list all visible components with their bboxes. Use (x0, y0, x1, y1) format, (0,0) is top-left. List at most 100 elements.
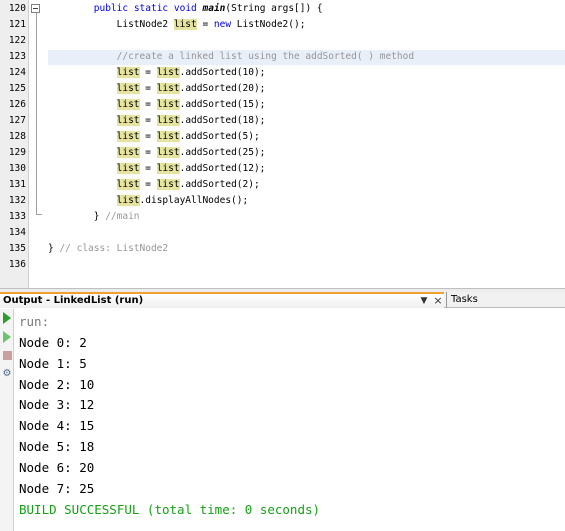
line-number: 129 (8, 147, 26, 158)
line-number: 134 (8, 227, 26, 238)
code-line: 122 (0, 33, 565, 49)
tasks-tab-label: Tasks (451, 294, 478, 305)
tasks-tab[interactable]: Tasks (446, 292, 565, 308)
line-number: 131 (8, 179, 26, 190)
code-token: = (139, 99, 157, 110)
highlighted-occurrence: list (173, 19, 197, 30)
code-token: = (139, 115, 157, 126)
code-text: //create a linked list using the addSort… (48, 49, 414, 65)
highlighted-occurrence: list (116, 115, 140, 126)
code-token: = (196, 19, 214, 30)
highlighted-occurrence: list (156, 99, 180, 110)
code-token: = (139, 131, 157, 142)
code-text: list = list.addSorted(25); (48, 145, 265, 161)
code-text: list.displayAllNodes(); (48, 193, 248, 209)
code-editor[interactable]: 120 public static void main(String args[… (0, 0, 565, 291)
code-line: 127 list = list.addSorted(18); (0, 113, 565, 129)
output-console[interactable]: run: Node 0: 2 Node 1: 5 Node 2: 10 Node 3: … (15, 309, 565, 531)
code-token: ListNode2(); (231, 19, 306, 30)
code-keyword: public (93, 3, 129, 14)
line-number: 120 (8, 3, 26, 14)
code-line: 131 list = list.addSorted(2); (0, 177, 565, 193)
output-line: Node 3: 12 (19, 397, 95, 413)
highlighted-occurrence: list (156, 147, 180, 158)
code-token: } (48, 211, 106, 222)
line-number: 122 (8, 35, 26, 46)
line-number: 128 (8, 131, 26, 142)
code-text: list = list.addSorted(10); (48, 65, 265, 81)
code-line: 125 list = list.addSorted(20); (0, 81, 565, 97)
code-text: list = list.addSorted(15); (48, 97, 265, 113)
run-label-line: run: (19, 314, 50, 329)
output-window-header: Output - LinkedList (run) ▼ × Tasks (0, 292, 565, 308)
code-line: 121 ListNode2 list = new ListNode2(); (0, 17, 565, 33)
code-token: .addSorted(2); (179, 179, 260, 190)
method-name: main (202, 3, 226, 14)
line-number: 125 (8, 83, 26, 94)
line-number: 132 (8, 195, 26, 206)
code-line: 135} // class: ListNode2 (0, 241, 565, 257)
code-text: list = list.addSorted(12); (48, 161, 265, 177)
stop-icon[interactable] (1, 349, 13, 363)
code-line: 123 //create a linked list using the add… (0, 49, 565, 65)
code-line: 132 list.displayAllNodes(); (0, 193, 565, 209)
code-line: 134 (0, 225, 565, 241)
line-number: 121 (8, 19, 26, 30)
code-token: = (139, 83, 157, 94)
code-token: .addSorted(5); (179, 131, 260, 142)
close-icon[interactable]: × (432, 295, 444, 307)
code-token: .addSorted(10); (179, 67, 266, 78)
code-text: list = list.addSorted(18); (48, 113, 265, 129)
highlighted-occurrence: list (116, 67, 140, 78)
code-line: 128 list = list.addSorted(5); (0, 129, 565, 145)
build-status-line: BUILD SUCCESSFUL (total time: 0 seconds) (19, 501, 321, 517)
highlighted-occurrence: list (156, 163, 180, 174)
code-line: 126 list = list.addSorted(15); (0, 97, 565, 113)
code-line: 129 list = list.addSorted(25); (0, 145, 565, 161)
output-line: Node 1: 5 (19, 355, 87, 371)
highlighted-occurrence: list (116, 163, 140, 174)
code-line: 130 list = list.addSorted(12); (0, 161, 565, 177)
code-line: 133 } //main (0, 209, 565, 225)
highlighted-occurrence: list (156, 179, 180, 190)
rerun-icon[interactable] (1, 311, 13, 325)
dropdown-menu-icon[interactable]: ▼ (418, 295, 430, 307)
line-number: 127 (8, 115, 26, 126)
line-number: 136 (8, 259, 26, 270)
code-token: .addSorted(18); (179, 115, 266, 126)
output-line: Node 4: 15 (19, 418, 95, 434)
code-token: .addSorted(25); (179, 147, 266, 158)
line-number: 126 (8, 99, 26, 110)
highlighted-occurrence: list (116, 195, 140, 206)
highlighted-occurrence: list (116, 179, 140, 190)
output-line: Node 0: 2 (19, 334, 87, 350)
output-tab[interactable]: Output - LinkedList (run) ▼ × (0, 292, 444, 308)
code-line: 120 public static void main(String args[… (0, 1, 565, 17)
code-token: .displayAllNodes(); (139, 195, 249, 206)
code-comment: // class: ListNode2 (59, 243, 169, 254)
code-token: } (48, 243, 60, 254)
code-comment: //main (105, 211, 140, 222)
code-text: list = list.addSorted(20); (48, 81, 265, 97)
settings-icon[interactable]: ⚙ (1, 367, 13, 381)
code-text: list = list.addSorted(5); (48, 129, 260, 145)
code-token: .addSorted(20); (179, 83, 266, 94)
code-keyword: void (173, 3, 197, 14)
highlighted-occurrence: list (156, 131, 180, 142)
code-line: 124 list = list.addSorted(10); (0, 65, 565, 81)
highlighted-occurrence: list (156, 83, 180, 94)
output-line: Node 7: 25 (19, 480, 95, 496)
output-toolbar: ⚙ (0, 309, 14, 531)
rerun-with-arguments-icon[interactable] (1, 330, 13, 344)
output-line: Node 6: 20 (19, 459, 95, 475)
code-token: .addSorted(12); (179, 163, 266, 174)
code-text: list = list.addSorted(2); (48, 177, 260, 193)
